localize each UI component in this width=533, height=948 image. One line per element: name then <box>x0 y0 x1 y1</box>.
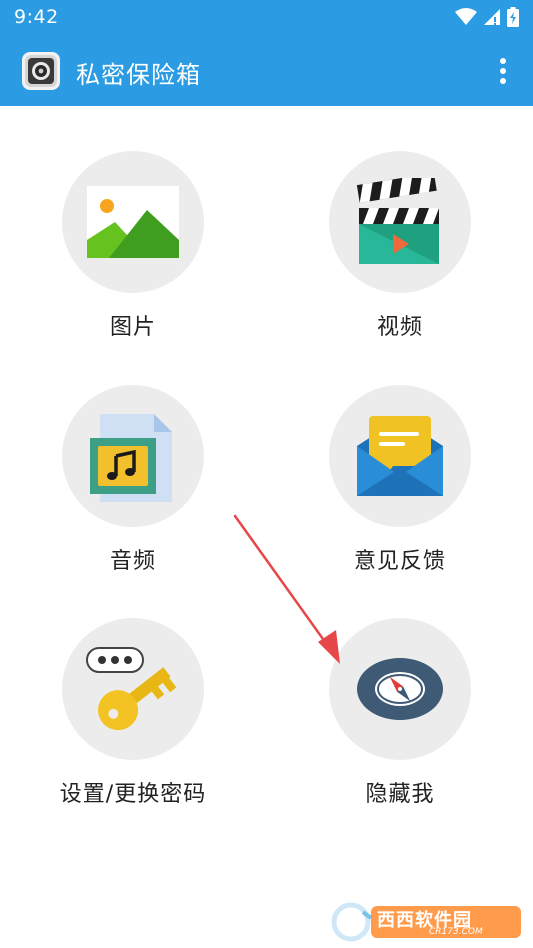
app-bar: 私密保险箱 <box>0 36 533 106</box>
tile-images[interactable]: 图片 <box>33 151 233 361</box>
tile-circle <box>329 385 471 527</box>
battery-charging-icon <box>507 7 519 27</box>
watermark-logo: 西西软件园 CR173.COM <box>329 902 525 942</box>
app-screen: 9:42 私密保险箱 图片 视频 音频 意见反馈 设置/更换密码 隐藏我 西西软… <box>0 0 533 948</box>
tile-circle <box>62 618 204 760</box>
status-icons <box>455 6 519 28</box>
tile-settings-password[interactable]: 设置/更换密码 <box>33 618 233 828</box>
tile-circle <box>329 618 471 760</box>
status-time: 9:42 <box>14 6 59 28</box>
tile-label: 隐藏我 <box>365 782 435 807</box>
more-vert-icon[interactable] <box>493 54 513 88</box>
tile-label: 音频 <box>109 549 156 574</box>
safe-lock-icon <box>22 52 60 90</box>
clapperboard-icon <box>356 178 439 264</box>
watermark-url: CR173.COM <box>429 927 483 937</box>
tile-feedback[interactable]: 意见反馈 <box>300 385 500 595</box>
image-icon <box>87 186 179 258</box>
tile-circle <box>62 385 204 527</box>
tile-video[interactable]: 视频 <box>300 151 500 361</box>
key-password-icon <box>86 647 177 731</box>
cell-signal-icon <box>484 9 500 25</box>
tile-circle <box>329 151 471 293</box>
envelope-icon <box>357 416 443 496</box>
tile-label: 设置/更换密码 <box>59 782 207 807</box>
app-title: 私密保险箱 <box>76 61 201 89</box>
tile-audio[interactable]: 音频 <box>33 385 233 595</box>
wifi-icon <box>455 8 477 25</box>
tile-label: 图片 <box>109 315 156 340</box>
music-file-icon <box>90 414 172 502</box>
compass-icon <box>357 658 443 720</box>
tile-label: 意见反馈 <box>353 549 446 574</box>
tile-label: 视频 <box>376 315 423 340</box>
status-bar: 9:42 <box>0 0 533 36</box>
tile-hide-me[interactable]: 隐藏我 <box>300 618 500 828</box>
tile-circle <box>62 151 204 293</box>
